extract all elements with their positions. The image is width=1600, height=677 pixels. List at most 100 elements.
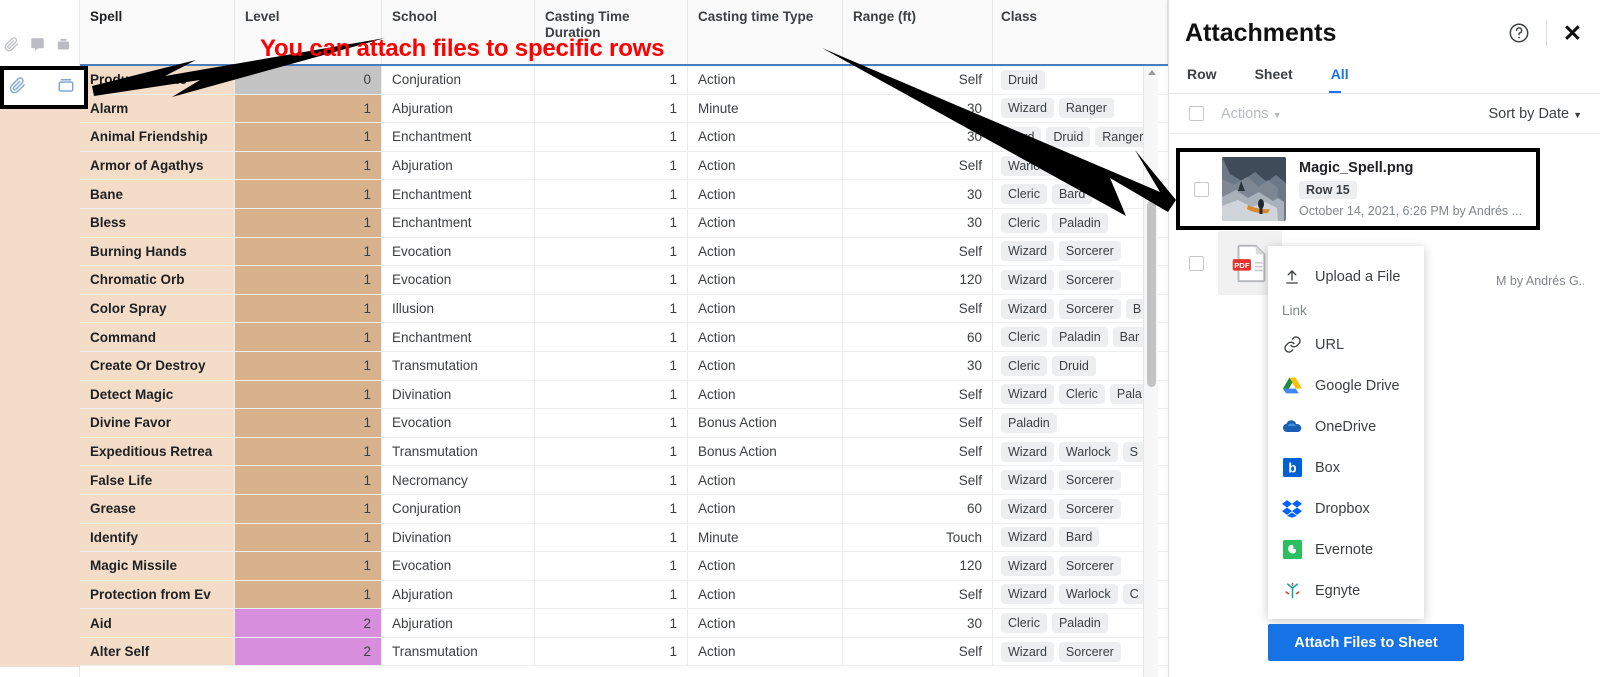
table-row[interactable]: Alter Self 2 Transmutation 1 Action Self Wizar… xyxy=(80,637,1168,667)
cell-casting-time-type[interactable]: Bonus Action xyxy=(688,437,843,466)
cell-casting-time-type[interactable]: Action xyxy=(688,208,843,237)
proof-icon[interactable] xyxy=(56,37,71,52)
class-chip[interactable]: Sorcerer xyxy=(1058,641,1121,662)
table-row[interactable]: Produce Flame 0 Conjuration 1 Action Self Drui… xyxy=(80,66,1168,95)
cell-school[interactable]: Enchantment xyxy=(382,208,535,237)
cell-level[interactable]: 1 xyxy=(235,237,382,266)
cell-class[interactable]: Cleric Paladin Bar xyxy=(993,323,1168,351)
menu-item-google-drive[interactable]: Google Drive xyxy=(1268,365,1424,406)
class-chip[interactable]: Warlock xyxy=(1001,155,1060,176)
cell-spell[interactable]: Protection from Ev xyxy=(80,580,235,609)
cell-casting-time-duration[interactable]: 1 xyxy=(535,266,688,294)
cell-range[interactable]: 120 xyxy=(843,266,993,294)
column-header-class[interactable]: Class xyxy=(993,0,1168,64)
cell-school[interactable]: Abjuration xyxy=(382,94,535,123)
cell-spell[interactable]: Produce Flame xyxy=(80,66,235,94)
cell-casting-time-duration[interactable]: 1 xyxy=(535,609,688,637)
attach-files-to-sheet-button[interactable]: Attach Files to Sheet xyxy=(1268,624,1464,661)
cell-school[interactable]: Transmutation xyxy=(382,351,535,380)
column-header-range[interactable]: Range (ft) xyxy=(843,0,993,64)
class-chip[interactable]: Paladin xyxy=(1051,613,1108,634)
cell-school[interactable]: Abjuration xyxy=(382,580,535,609)
cell-range[interactable]: Self xyxy=(843,466,993,494)
panel-tab-bar[interactable]: Row Sheet All xyxy=(1169,66,1600,94)
cell-range[interactable]: 120 xyxy=(843,552,993,580)
attachment-source-dropdown[interactable]: Upload a File Link URL Google Drive OneD… xyxy=(1268,246,1424,619)
cell-level[interactable]: 1 xyxy=(235,351,382,380)
cell-casting-time-duration[interactable]: 1 xyxy=(535,580,688,609)
cell-casting-time-duration[interactable]: 1 xyxy=(535,380,688,409)
tab-all[interactable]: All xyxy=(1328,66,1363,93)
cell-school[interactable]: Transmutation xyxy=(382,637,535,666)
class-chip[interactable]: Wizard xyxy=(1001,641,1054,662)
cell-level[interactable]: 1 xyxy=(235,323,382,351)
close-icon[interactable]: ✕ xyxy=(1563,21,1582,45)
cell-school[interactable]: Evocation xyxy=(382,409,535,437)
table-row[interactable]: Divine Favor 1 Evocation 1 Bonus Action Self P… xyxy=(80,409,1168,438)
cell-casting-time-type[interactable]: Action xyxy=(688,609,843,637)
class-chip[interactable]: Wizard xyxy=(1001,441,1054,462)
cell-level[interactable]: 1 xyxy=(235,294,382,323)
table-row[interactable]: False Life 1 Necromancy 1 Action Self Wizard So… xyxy=(80,466,1168,495)
cell-school[interactable]: Evocation xyxy=(382,237,535,266)
cell-casting-time-type[interactable]: Action xyxy=(688,351,843,380)
cell-range[interactable]: 60 xyxy=(843,323,993,351)
cell-class[interactable]: Cleric Bard xyxy=(993,180,1168,208)
cell-school[interactable]: Conjuration xyxy=(382,66,535,94)
menu-item-upload-a-file[interactable]: Upload a File xyxy=(1268,256,1424,297)
cell-school[interactable]: Enchantment xyxy=(382,323,535,351)
cell-range[interactable]: Self xyxy=(843,66,993,94)
cell-level[interactable]: 1 xyxy=(235,552,382,580)
cell-spell[interactable]: Chromatic Orb xyxy=(80,266,235,294)
cell-casting-time-type[interactable]: Action xyxy=(688,123,843,151)
cell-spell[interactable]: Identify xyxy=(80,523,235,552)
cell-class[interactable]: Wizard Sorcerer xyxy=(993,495,1168,523)
table-row[interactable]: Expeditious Retrea 1 Transmutation 1 Bonus A… xyxy=(80,437,1168,467)
cell-range[interactable]: 60 xyxy=(843,494,993,523)
cell-class[interactable]: Wizard Sorcerer xyxy=(993,238,1168,266)
cell-casting-time-type[interactable]: Action xyxy=(688,237,843,266)
cell-casting-time-type[interactable]: Action xyxy=(688,180,843,208)
table-row[interactable]: Bless 1 Enchantment 1 Action 30 Cleric Paladin xyxy=(80,208,1168,238)
cell-range[interactable]: 30 xyxy=(843,351,993,380)
class-chip[interactable]: Wizard xyxy=(1001,241,1054,262)
table-row[interactable]: Grease 1 Conjuration 1 Action 60 Wizard Sorcere… xyxy=(80,494,1168,524)
class-chip[interactable]: Sorcerer xyxy=(1058,555,1121,576)
panel-action-bar[interactable]: Actions ▼ Sort by Date ▼ xyxy=(1169,94,1600,134)
cell-class[interactable]: Wizard Cleric Pala xyxy=(993,381,1168,409)
menu-item-box[interactable]: b Box xyxy=(1268,447,1424,488)
table-row[interactable]: Bane 1 Enchantment 1 Action 30 Cleric Bard xyxy=(80,180,1168,209)
cell-range[interactable]: Self xyxy=(843,437,993,466)
class-chip[interactable]: Sorcerer xyxy=(1058,241,1121,262)
cell-class[interactable]: Cleric Paladin xyxy=(993,209,1168,237)
class-chip[interactable]: Cleric xyxy=(1058,384,1105,405)
cell-casting-time-duration[interactable]: 1 xyxy=(535,351,688,380)
menu-item-onedrive[interactable]: OneDrive xyxy=(1268,406,1424,447)
cell-casting-time-type[interactable]: Action xyxy=(688,323,843,351)
cell-casting-time-type[interactable]: Bonus Action xyxy=(688,409,843,437)
cell-range[interactable]: Self xyxy=(843,637,993,666)
cell-casting-time-duration[interactable]: 1 xyxy=(535,523,688,552)
cell-school[interactable]: Enchantment xyxy=(382,180,535,208)
cell-range[interactable]: Self xyxy=(843,409,993,437)
cell-range[interactable]: 30 xyxy=(843,609,993,637)
table-row[interactable]: Aid 2 Abjuration 1 Action 30 Cleric Paladin xyxy=(80,609,1168,638)
class-chip[interactable]: Wizard xyxy=(1001,298,1054,319)
cell-range[interactable]: 30 xyxy=(843,123,993,151)
class-chip[interactable]: Wizard xyxy=(1001,470,1054,491)
class-chip[interactable]: Sorcerer xyxy=(1058,498,1121,519)
cell-spell[interactable]: Alarm xyxy=(80,94,235,123)
cell-spell[interactable]: Alter Self xyxy=(80,637,235,666)
cell-spell[interactable]: Bless xyxy=(80,208,235,237)
cell-range[interactable]: Self xyxy=(843,294,993,323)
cell-range[interactable]: 30 xyxy=(843,208,993,237)
class-chip[interactable]: Wizard xyxy=(1001,98,1054,119)
class-chip[interactable]: Wizard xyxy=(1001,498,1054,519)
cell-class[interactable]: Wizard Sorcerer xyxy=(993,638,1168,666)
class-chip[interactable]: Ranger xyxy=(1058,98,1114,119)
scrollbar-thumb[interactable] xyxy=(1147,201,1156,387)
cell-range[interactable]: Self xyxy=(843,380,993,409)
cell-spell[interactable]: Armor of Agathys xyxy=(80,151,235,180)
scroll-up-arrow-icon[interactable] xyxy=(1148,70,1156,75)
cell-level[interactable]: 1 xyxy=(235,494,382,523)
